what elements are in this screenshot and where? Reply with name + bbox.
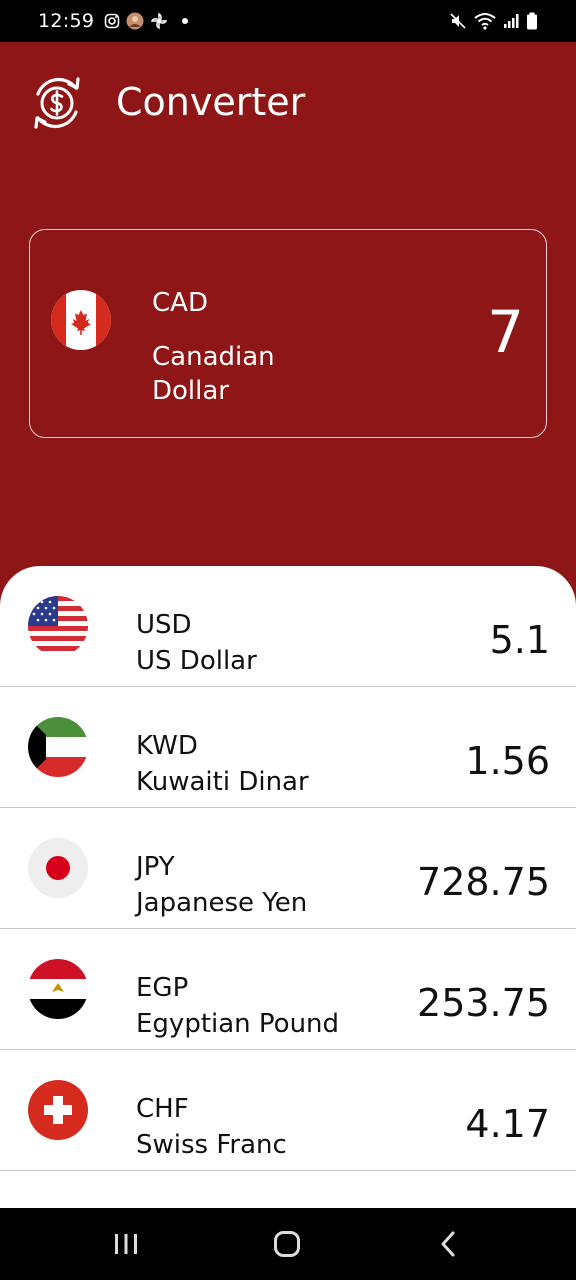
home-icon[interactable] bbox=[267, 1228, 307, 1260]
signal-icon bbox=[503, 13, 519, 29]
list-item-egp[interactable]: EGP Egyptian Pound 253.75 bbox=[0, 929, 576, 1050]
notification-dot-icon bbox=[182, 18, 189, 24]
canada-flag-icon bbox=[51, 290, 111, 350]
converted-value: 1.56 bbox=[465, 739, 550, 783]
back-icon[interactable] bbox=[428, 1228, 468, 1260]
recent-apps-icon[interactable] bbox=[106, 1228, 146, 1260]
list-item-usd[interactable]: USD US Dollar 5.1 bbox=[0, 566, 576, 687]
status-bar: 12:59 bbox=[0, 0, 576, 42]
mute-icon bbox=[449, 12, 467, 30]
battery-icon bbox=[526, 12, 538, 30]
instagram-icon bbox=[104, 13, 120, 29]
avatar-icon bbox=[126, 12, 144, 30]
currency-code: CHF bbox=[136, 1094, 189, 1124]
base-currency-code: CAD bbox=[152, 288, 208, 318]
page-title: Converter bbox=[116, 80, 306, 124]
currency-name: Egyptian Pound bbox=[136, 1009, 340, 1039]
currency-name: Japanese Yen bbox=[136, 888, 308, 918]
currency-code: EGP bbox=[136, 973, 189, 1003]
converter-screen: 12:59 Converter CAD Canadian Dollar 7 US… bbox=[0, 0, 576, 1280]
wifi-icon bbox=[474, 12, 496, 30]
converted-value: 728.75 bbox=[417, 860, 550, 904]
currency-name: Kuwaiti Dinar bbox=[136, 767, 309, 797]
pinwheel-icon bbox=[150, 12, 168, 30]
currency-code: KWD bbox=[136, 731, 198, 761]
converted-value: 4.17 bbox=[465, 1102, 550, 1146]
base-currency-name: Canadian Dollar bbox=[152, 342, 275, 406]
currency-name: US Dollar bbox=[136, 646, 257, 676]
base-currency-card[interactable]: CAD Canadian Dollar 7 bbox=[29, 229, 547, 438]
switzerland-flag-icon bbox=[28, 1080, 88, 1140]
system-nav-bar bbox=[0, 1208, 576, 1280]
converted-value: 253.75 bbox=[417, 981, 550, 1025]
egypt-flag-icon bbox=[28, 959, 88, 1019]
kuwait-flag-icon bbox=[28, 717, 88, 777]
currency-code: USD bbox=[136, 610, 192, 640]
currency-exchange-icon bbox=[26, 72, 88, 134]
list-item-jpy[interactable]: JPY Japanese Yen 728.75 bbox=[0, 808, 576, 929]
status-time: 12:59 bbox=[38, 10, 95, 32]
japan-flag-icon bbox=[28, 838, 88, 898]
base-amount-input[interactable]: 7 bbox=[487, 298, 524, 366]
currency-code: JPY bbox=[136, 852, 175, 882]
currency-name: Swiss Franc bbox=[136, 1130, 287, 1160]
rates-list: USD US Dollar 5.1 KWD Kuwaiti Dinar 1.56 bbox=[0, 566, 576, 1208]
list-item-chf[interactable]: CHF Swiss Franc 4.17 bbox=[0, 1050, 576, 1171]
converted-value: 5.1 bbox=[489, 618, 550, 662]
app-header: Converter bbox=[0, 42, 576, 162]
list-item-kwd[interactable]: KWD Kuwaiti Dinar 1.56 bbox=[0, 687, 576, 808]
usa-flag-icon bbox=[28, 596, 88, 656]
